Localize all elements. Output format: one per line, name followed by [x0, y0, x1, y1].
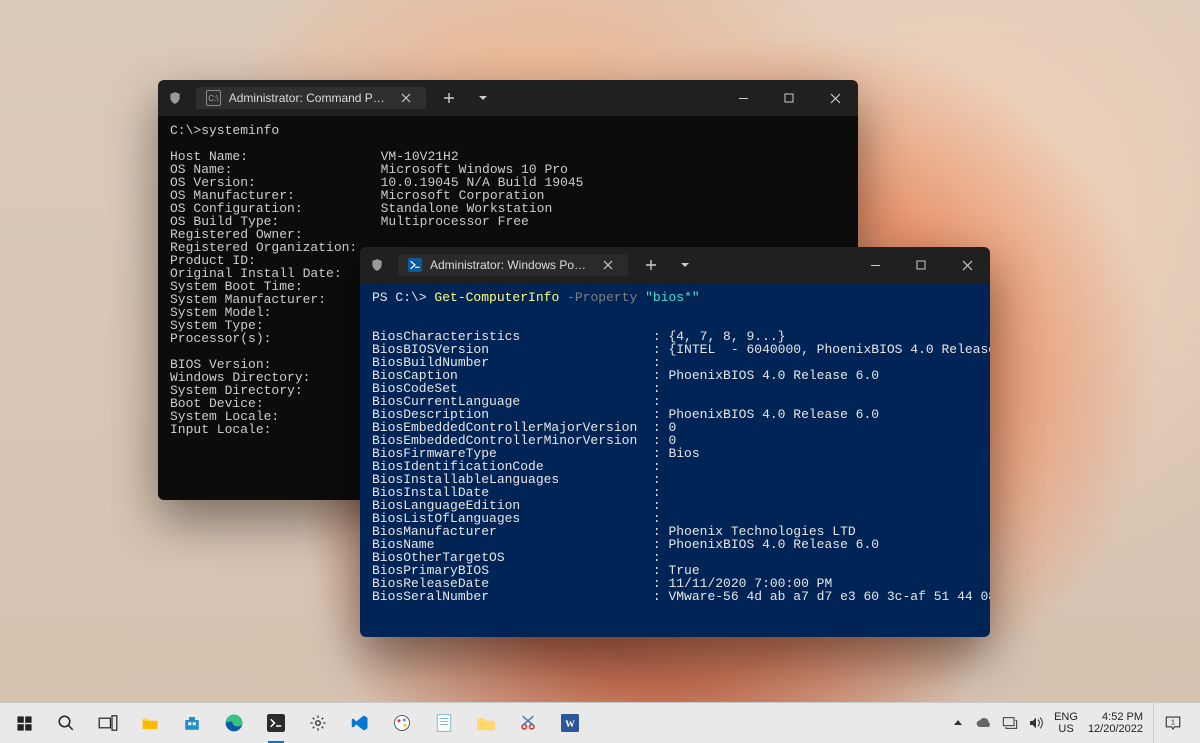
close-button[interactable]	[944, 247, 990, 283]
ps-tab-title: Administrator: Windows PowerShell	[430, 258, 590, 272]
tab-close-button[interactable]	[598, 254, 618, 276]
start-button[interactable]	[4, 703, 44, 743]
tab-close-button[interactable]	[396, 87, 416, 109]
taskbar: W ENG US 4:52 PM 12/20/2022 1	[0, 702, 1200, 743]
ps-output[interactable]: PS C:\> Get-ComputerInfo -Property "bios…	[360, 283, 990, 637]
volume-icon[interactable]	[1028, 715, 1044, 731]
cmd-titlebar[interactable]: C:\ Administrator: Command Prompt	[158, 80, 858, 116]
ps-titlebar[interactable]: Administrator: Windows PowerShell	[360, 247, 990, 283]
uac-shield-icon	[370, 258, 384, 272]
language-indicator[interactable]: ENG US	[1054, 711, 1078, 735]
vscode-button[interactable]	[340, 703, 380, 743]
search-button[interactable]	[46, 703, 86, 743]
notepad-button[interactable]	[424, 703, 464, 743]
ps-tab[interactable]: Administrator: Windows PowerShell	[398, 254, 628, 276]
uac-shield-icon	[168, 91, 182, 105]
powershell-icon	[408, 258, 422, 272]
cmd-tab-title: Administrator: Command Prompt	[229, 91, 388, 105]
clock-time: 4:52 PM	[1102, 711, 1143, 723]
minimize-button[interactable]	[720, 80, 766, 116]
microsoft-store-button[interactable]	[172, 703, 212, 743]
action-center-button[interactable]: 1	[1153, 703, 1192, 743]
new-tab-button[interactable]	[438, 87, 460, 109]
cmd-icon: C:\	[206, 90, 221, 106]
lang-primary: ENG	[1054, 711, 1078, 723]
clock-date: 12/20/2022	[1088, 723, 1143, 735]
svg-text:1: 1	[1171, 718, 1175, 727]
lang-secondary: US	[1058, 723, 1073, 735]
network-icon[interactable]	[1002, 715, 1018, 731]
paint-button[interactable]	[382, 703, 422, 743]
clock[interactable]: 4:52 PM 12/20/2022	[1088, 711, 1143, 735]
tab-dropdown-button[interactable]	[674, 254, 696, 276]
snipping-tool-button[interactable]	[508, 703, 548, 743]
edge-button[interactable]	[214, 703, 254, 743]
file-explorer-button[interactable]	[130, 703, 170, 743]
system-tray: ENG US 4:52 PM 12/20/2022 1	[950, 703, 1200, 743]
settings-button[interactable]	[298, 703, 338, 743]
new-tab-button[interactable]	[640, 254, 662, 276]
tab-dropdown-button[interactable]	[472, 87, 494, 109]
svg-text:W: W	[565, 719, 575, 730]
task-view-button[interactable]	[88, 703, 128, 743]
cmd-tab[interactable]: C:\ Administrator: Command Prompt	[196, 87, 426, 109]
maximize-button[interactable]	[898, 247, 944, 283]
onedrive-icon[interactable]	[976, 715, 992, 731]
explorer-pinned-button[interactable]	[466, 703, 506, 743]
word-button[interactable]: W	[550, 703, 590, 743]
powershell-window: Administrator: Windows PowerShell PS C:\…	[360, 247, 990, 637]
minimize-button[interactable]	[852, 247, 898, 283]
close-button[interactable]	[812, 80, 858, 116]
tray-overflow-button[interactable]	[950, 715, 966, 731]
terminal-button[interactable]	[256, 703, 296, 743]
maximize-button[interactable]	[766, 80, 812, 116]
